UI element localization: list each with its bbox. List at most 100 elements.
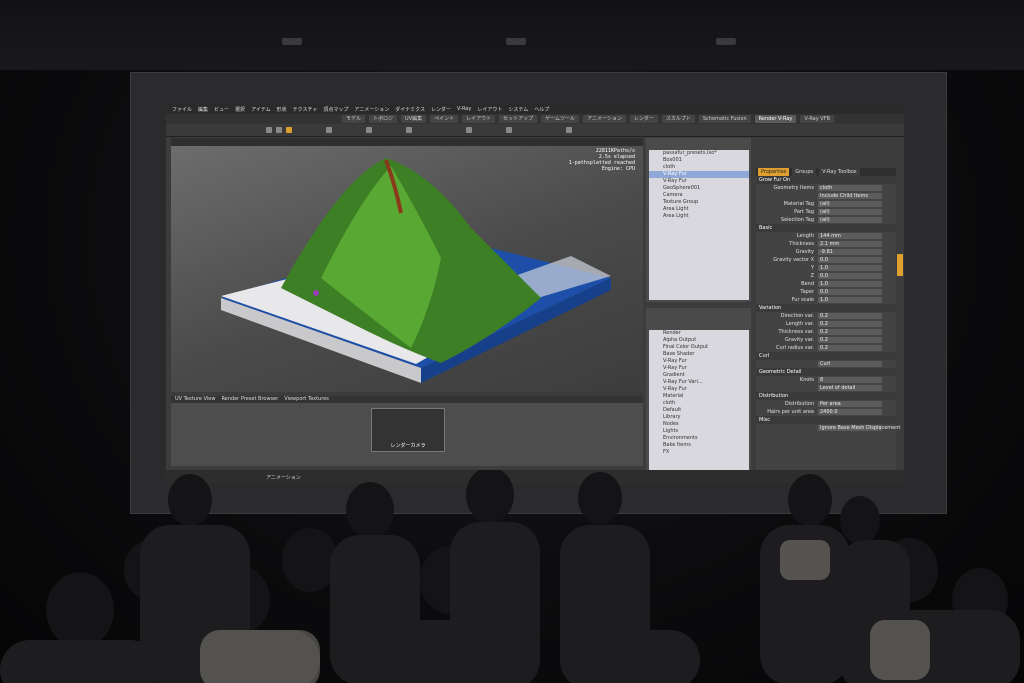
- property-value[interactable]: (all): [818, 201, 882, 207]
- properties-tab[interactable]: V-Ray Toolbox: [819, 168, 860, 176]
- property-value[interactable]: -9.81: [818, 249, 882, 255]
- menu-item[interactable]: レイアウト: [477, 106, 502, 113]
- menu-item[interactable]: テクスチャ: [293, 106, 318, 113]
- property-value[interactable]: (all): [818, 217, 882, 223]
- properties-tab[interactable]: Properties: [758, 168, 790, 176]
- tool-icon[interactable]: [506, 127, 512, 133]
- property-value[interactable]: 0.2: [818, 313, 882, 319]
- workspace-tab[interactable]: UV編集: [401, 115, 427, 123]
- side-tab-highlight[interactable]: [897, 254, 903, 276]
- property-section[interactable]: Distribution: [756, 392, 896, 400]
- property-value[interactable]: 1.0: [818, 281, 882, 287]
- property-value[interactable]: Curl: [818, 361, 882, 367]
- shader-tree-row[interactable]: V-Ray Fur: [649, 386, 749, 393]
- shader-tree-row[interactable]: Library: [649, 414, 749, 421]
- tool-icon[interactable]: [266, 127, 272, 133]
- property-section[interactable]: Geometric Detail: [756, 368, 896, 376]
- menu-item[interactable]: レンダー: [431, 106, 451, 113]
- timeline-tab[interactable]: Viewport Textures: [284, 396, 329, 403]
- shader-tree-row[interactable]: V-Ray Fur: [649, 358, 749, 365]
- item-list-row[interactable]: Texture Group: [649, 199, 749, 206]
- property-value[interactable]: 2400.0: [818, 409, 882, 415]
- property-value[interactable]: 0.2: [818, 329, 882, 335]
- property-section[interactable]: Grow Fur On: [756, 176, 896, 184]
- shader-tree-row[interactable]: Base Shader: [649, 351, 749, 358]
- property-value[interactable]: 0.0: [818, 289, 882, 295]
- menu-item[interactable]: V-Ray: [457, 106, 471, 112]
- item-list-row[interactable]: Area Light: [649, 213, 749, 220]
- property-value[interactable]: 0.2: [818, 345, 882, 351]
- property-value[interactable]: 8: [818, 377, 882, 383]
- property-section[interactable]: Variation: [756, 304, 896, 312]
- property-value[interactable]: 1.0: [818, 297, 882, 303]
- shader-tree-row[interactable]: Render: [649, 330, 749, 337]
- menu-item[interactable]: ビュー: [214, 106, 229, 113]
- property-value[interactable]: Include Child Items: [818, 193, 882, 199]
- shader-tree-row[interactable]: Bake Items: [649, 442, 749, 449]
- shader-tree-row[interactable]: Final Color Output: [649, 344, 749, 351]
- menu-item[interactable]: ファイル: [172, 106, 192, 113]
- property-value[interactable]: Per area: [818, 401, 882, 407]
- menu-item[interactable]: アイテム: [251, 106, 271, 113]
- tool-icon[interactable]: [566, 127, 572, 133]
- menu-item[interactable]: 選択: [235, 106, 245, 113]
- menu-item[interactable]: ダイナミクス: [395, 106, 425, 113]
- menu-item[interactable]: ヘルプ: [534, 106, 549, 113]
- timeline-tab[interactable]: Render Preset Browser: [221, 396, 278, 403]
- item-list-row[interactable]: cloth: [649, 164, 749, 171]
- menu-item[interactable]: 編集: [198, 106, 208, 113]
- shader-tree-row[interactable]: cloth: [649, 400, 749, 407]
- properties-tab[interactable]: Groups: [792, 168, 817, 176]
- item-list-row[interactable]: V-Ray Fur: [649, 178, 749, 185]
- workspace-tab[interactable]: レイアウト: [462, 115, 496, 123]
- workspace-tab[interactable]: スカルプト: [661, 115, 695, 123]
- item-list-row[interactable]: V-Ray Fur: [649, 171, 749, 178]
- render-viewport[interactable]: 22811KPaths/s 2.5s elapsed 1-pathsplatte…: [171, 138, 643, 392]
- property-value[interactable]: 0.2: [818, 321, 882, 327]
- shader-tree-row[interactable]: Material: [649, 393, 749, 400]
- item-list-row[interactable]: GeoSphere001: [649, 185, 749, 192]
- tool-icon-active[interactable]: [286, 127, 292, 133]
- menu-item[interactable]: 頂点マップ: [323, 106, 348, 113]
- workspace-tab[interactable]: V-Ray VFB: [800, 115, 835, 123]
- item-list-row[interactable]: Area Light: [649, 206, 749, 213]
- workspace-tab[interactable]: セットアップ: [499, 115, 538, 123]
- tool-icon[interactable]: [326, 127, 332, 133]
- shader-tree-row[interactable]: Gradient: [649, 372, 749, 379]
- menu-item[interactable]: 形状: [277, 106, 287, 113]
- tool-icon[interactable]: [276, 127, 282, 133]
- menu-item[interactable]: システム: [508, 106, 528, 113]
- item-list-row[interactable]: passafur_presets.lxo*: [649, 150, 749, 157]
- item-list-row[interactable]: Box001: [649, 157, 749, 164]
- workspace-tab[interactable]: Schematic Fusion: [698, 115, 751, 123]
- shader-tree-row[interactable]: Alpha Output: [649, 337, 749, 344]
- shader-tree-row[interactable]: Default: [649, 407, 749, 414]
- property-value[interactable]: 0.0: [818, 257, 882, 263]
- tool-icon[interactable]: [366, 127, 372, 133]
- property-section[interactable]: Curl: [756, 352, 896, 360]
- workspace-tab[interactable]: Render V-Ray: [754, 115, 797, 123]
- property-value[interactable]: 2.1 mm: [818, 241, 882, 247]
- shader-tree-row[interactable]: Environments: [649, 435, 749, 442]
- shader-tree-row[interactable]: V-Ray Fur: [649, 365, 749, 372]
- tool-icon[interactable]: [466, 127, 472, 133]
- property-section[interactable]: Basic: [756, 224, 896, 232]
- workspace-tab[interactable]: モデル: [342, 115, 366, 123]
- property-value[interactable]: (all): [818, 209, 882, 215]
- shader-tree-row[interactable]: Nodes: [649, 421, 749, 428]
- property-value[interactable]: 0.2: [818, 337, 882, 343]
- shader-tree-row[interactable]: V-Ray Fur Vari...: [649, 379, 749, 386]
- property-section[interactable]: Misc: [756, 416, 896, 424]
- workspace-tab[interactable]: ゲームツール: [541, 115, 580, 123]
- item-list-row[interactable]: Camera: [649, 192, 749, 199]
- property-value[interactable]: 1.0: [818, 265, 882, 271]
- timeline-tab[interactable]: UV Texture View: [175, 396, 215, 403]
- property-value[interactable]: Ignore Base Mesh Displacement: [818, 425, 900, 431]
- menu-item[interactable]: アニメーション: [354, 106, 389, 113]
- property-value[interactable]: cloth: [818, 185, 882, 191]
- shader-tree-row[interactable]: FX: [649, 449, 749, 456]
- tool-icon[interactable]: [406, 127, 412, 133]
- property-value[interactable]: Level of detail: [818, 385, 882, 391]
- shader-tree-row[interactable]: Lights: [649, 428, 749, 435]
- workspace-tab[interactable]: レンダー: [629, 115, 658, 123]
